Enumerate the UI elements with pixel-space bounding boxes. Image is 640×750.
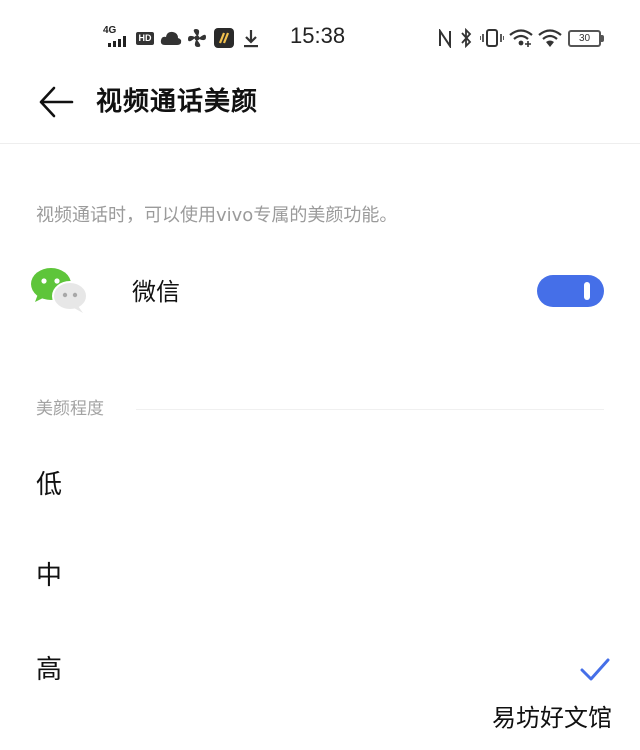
level-option-medium[interactable]: 中 xyxy=(0,531,640,621)
fan-icon xyxy=(188,29,206,47)
status-time: 15:38 xyxy=(290,23,346,48)
level-option-low[interactable]: 低 xyxy=(0,440,640,530)
level-label: 中 xyxy=(36,561,63,591)
toggle-knob xyxy=(584,282,590,300)
wechat-beauty-toggle[interactable] xyxy=(537,275,604,307)
app-notification-icon xyxy=(214,28,234,48)
watermark-text: 易坊好文馆 xyxy=(492,704,612,732)
wechat-icon xyxy=(31,268,88,313)
app-label-wechat: 微信 xyxy=(132,278,180,306)
signal-icon xyxy=(108,36,126,47)
network-type-label: 4G xyxy=(103,25,117,36)
wifi-hotspot-icon xyxy=(509,29,533,47)
hd-badge: HD xyxy=(136,32,154,45)
header-divider xyxy=(0,143,640,144)
battery-indicator: 30 xyxy=(568,30,601,47)
level-label: 高 xyxy=(36,655,63,685)
page-title: 视频通话美颜 xyxy=(96,87,259,117)
cloud-icon xyxy=(160,31,182,45)
nfc-icon xyxy=(439,29,451,48)
wifi-icon xyxy=(538,29,562,47)
section-title: 美颜程度 xyxy=(36,399,104,419)
battery-tip xyxy=(601,35,604,42)
status-bar: 4G HD 15:38 30 xyxy=(0,0,640,78)
vibrate-icon xyxy=(480,29,504,47)
back-button[interactable] xyxy=(38,84,74,120)
bluetooth-icon xyxy=(461,28,472,48)
feature-description: 视频通话时，可以使用vivo专属的美颜功能。 xyxy=(36,205,398,226)
section-divider xyxy=(136,409,604,410)
download-icon xyxy=(244,30,258,48)
checkmark-icon xyxy=(580,658,610,681)
level-label: 低 xyxy=(36,470,63,500)
back-arrow-icon xyxy=(39,86,74,118)
